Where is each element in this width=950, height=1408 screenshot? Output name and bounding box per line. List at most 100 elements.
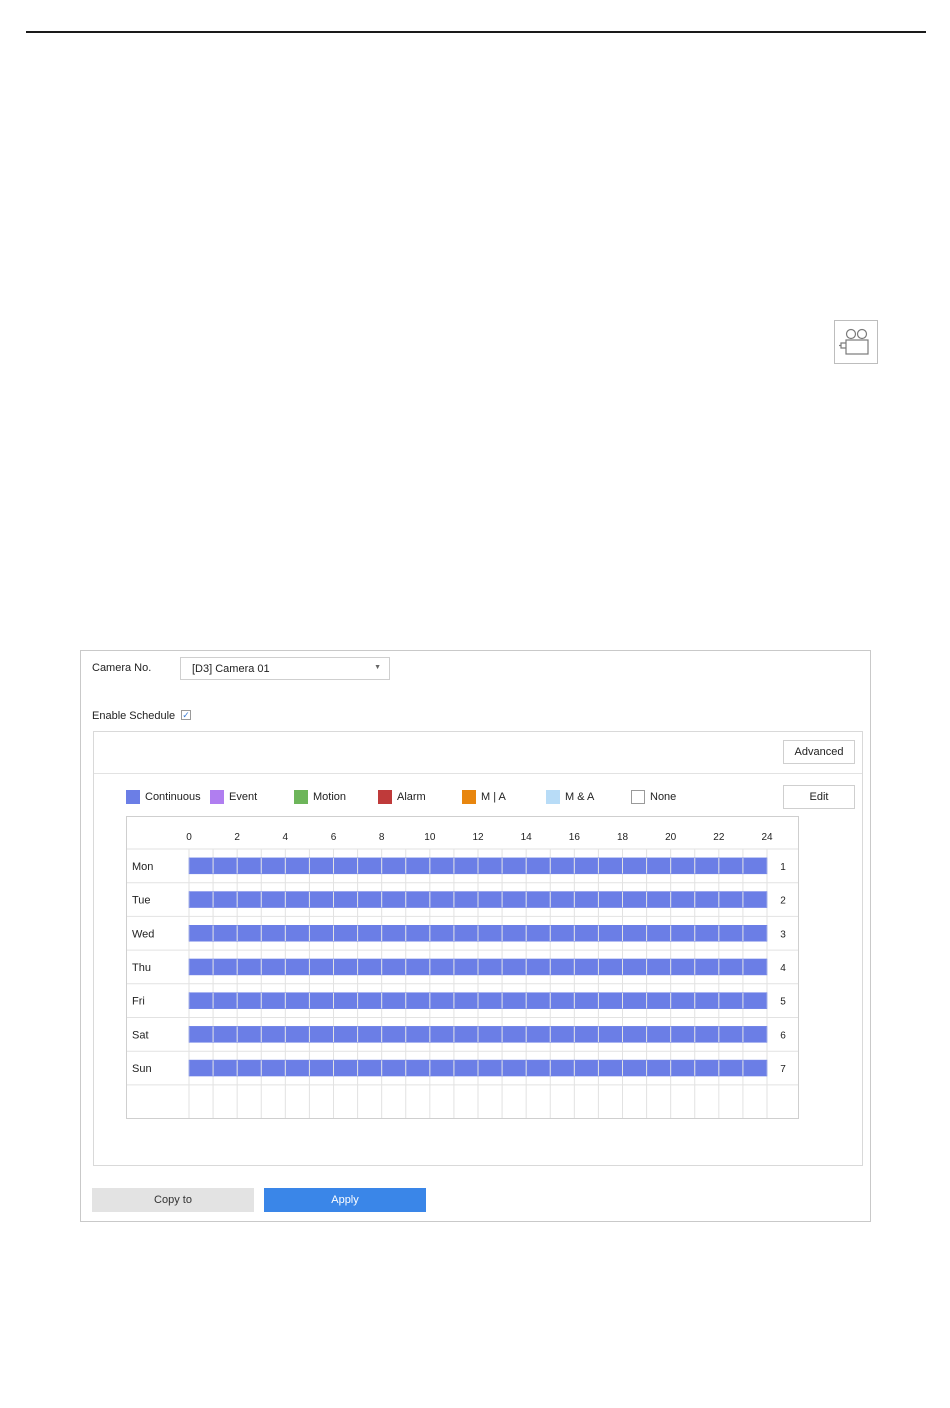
camera-select[interactable]: [D3] Camera 01 ▼ — [180, 657, 390, 680]
schedule-segment — [334, 1060, 358, 1077]
schedule-segment — [430, 925, 454, 942]
day-number: 7 — [780, 1064, 786, 1075]
edit-button[interactable]: Edit — [783, 785, 855, 809]
schedule-segment — [598, 925, 622, 942]
schedule-segment — [478, 925, 502, 942]
schedule-segment — [261, 992, 285, 1009]
schedule-segment — [598, 958, 622, 975]
schedule-segment — [189, 857, 213, 874]
schedule-segment — [285, 992, 309, 1009]
legend-swatch — [210, 790, 224, 804]
schedule-segment — [719, 857, 743, 874]
schedule-segment — [382, 1060, 406, 1077]
schedule-segment — [213, 1060, 237, 1077]
schedule-segment — [189, 891, 213, 908]
legend-swatch — [462, 790, 476, 804]
schedule-segment — [743, 857, 767, 874]
schedule-segment — [406, 1026, 430, 1043]
legend-swatch — [631, 790, 645, 804]
schedule-segment — [598, 857, 622, 874]
schedule-segment — [237, 891, 261, 908]
schedule-segment — [526, 1026, 550, 1043]
legend-swatch — [126, 790, 140, 804]
schedule-segment — [598, 992, 622, 1009]
schedule-segment — [334, 992, 358, 1009]
hour-label: 10 — [424, 832, 436, 843]
schedule-segment — [382, 958, 406, 975]
schedule-segment — [285, 1026, 309, 1043]
schedule-segment — [334, 891, 358, 908]
schedule-grid[interactable]: 0 2 4 6 8 10 12 14 16 18 20 22 24 Mon 1 Tue 2 Wed 3 Thu 4 Fri… — [126, 816, 799, 1119]
schedule-segment — [382, 857, 406, 874]
hour-label: 22 — [713, 832, 725, 843]
schedule-segment — [502, 1026, 526, 1043]
schedule-segment — [358, 925, 382, 942]
schedule-segment — [574, 992, 598, 1009]
schedule-segment — [309, 958, 333, 975]
schedule-segment — [719, 925, 743, 942]
schedule-segment — [189, 925, 213, 942]
advanced-button[interactable]: Advanced — [783, 740, 855, 764]
hour-label: 14 — [521, 832, 533, 843]
enable-schedule-checkbox[interactable]: ✓ — [181, 710, 191, 720]
schedule-segment — [237, 1060, 261, 1077]
apply-button[interactable]: Apply — [264, 1188, 426, 1212]
legend-label: Motion — [313, 791, 347, 803]
schedule-segment — [237, 1026, 261, 1043]
schedule-segment — [743, 1060, 767, 1077]
schedule-segment — [334, 857, 358, 874]
schedule-segment — [237, 857, 261, 874]
schedule-segment — [334, 958, 358, 975]
schedule-segment — [598, 1026, 622, 1043]
schedule-segment — [478, 891, 502, 908]
schedule-segment — [623, 1026, 647, 1043]
schedule-segment — [623, 958, 647, 975]
schedule-segment — [623, 1060, 647, 1077]
schedule-segment — [719, 1060, 743, 1077]
schedule-segment — [213, 857, 237, 874]
schedule-segment — [623, 925, 647, 942]
schedule-segment — [261, 1026, 285, 1043]
schedule-segment — [309, 857, 333, 874]
hour-label: 4 — [283, 832, 289, 843]
day-label: Sun — [132, 1063, 152, 1075]
schedule-segment — [526, 992, 550, 1009]
schedule-segment — [671, 925, 695, 942]
schedule-segment — [550, 992, 574, 1009]
schedule-segment — [285, 1060, 309, 1077]
schedule-segment — [382, 891, 406, 908]
schedule-segment — [309, 925, 333, 942]
schedule-segment — [309, 1060, 333, 1077]
schedule-segment — [695, 992, 719, 1009]
schedule-segment — [478, 1026, 502, 1043]
schedule-segment — [358, 958, 382, 975]
copy-to-button[interactable]: Copy to — [92, 1188, 254, 1212]
schedule-segment — [695, 1026, 719, 1043]
day-number: 5 — [780, 997, 786, 1008]
page-top-rule — [26, 31, 926, 33]
video-camera-icon — [834, 320, 878, 364]
schedule-segment — [309, 1026, 333, 1043]
schedule-segment — [719, 958, 743, 975]
enable-schedule-label: Enable Schedule — [92, 710, 176, 722]
schedule-segment — [574, 857, 598, 874]
hour-label: 20 — [665, 832, 677, 843]
schedule-segment — [358, 857, 382, 874]
schedule-segment — [526, 925, 550, 942]
legend-label: Continuous — [145, 791, 201, 803]
hour-label: 18 — [617, 832, 629, 843]
schedule-segment — [382, 1026, 406, 1043]
legend-label: None — [650, 791, 677, 803]
schedule-segment — [574, 1060, 598, 1077]
schedule-segment — [430, 1026, 454, 1043]
hour-label: 12 — [472, 832, 484, 843]
schedule-segment — [454, 891, 478, 908]
day-label: Tue — [132, 895, 151, 907]
day-number: 6 — [780, 1030, 786, 1041]
schedule-segment — [334, 1026, 358, 1043]
schedule-segment — [358, 891, 382, 908]
schedule-segment — [213, 1026, 237, 1043]
schedule-segment — [671, 958, 695, 975]
day-number: 1 — [780, 862, 786, 873]
hour-label: 6 — [331, 832, 337, 843]
